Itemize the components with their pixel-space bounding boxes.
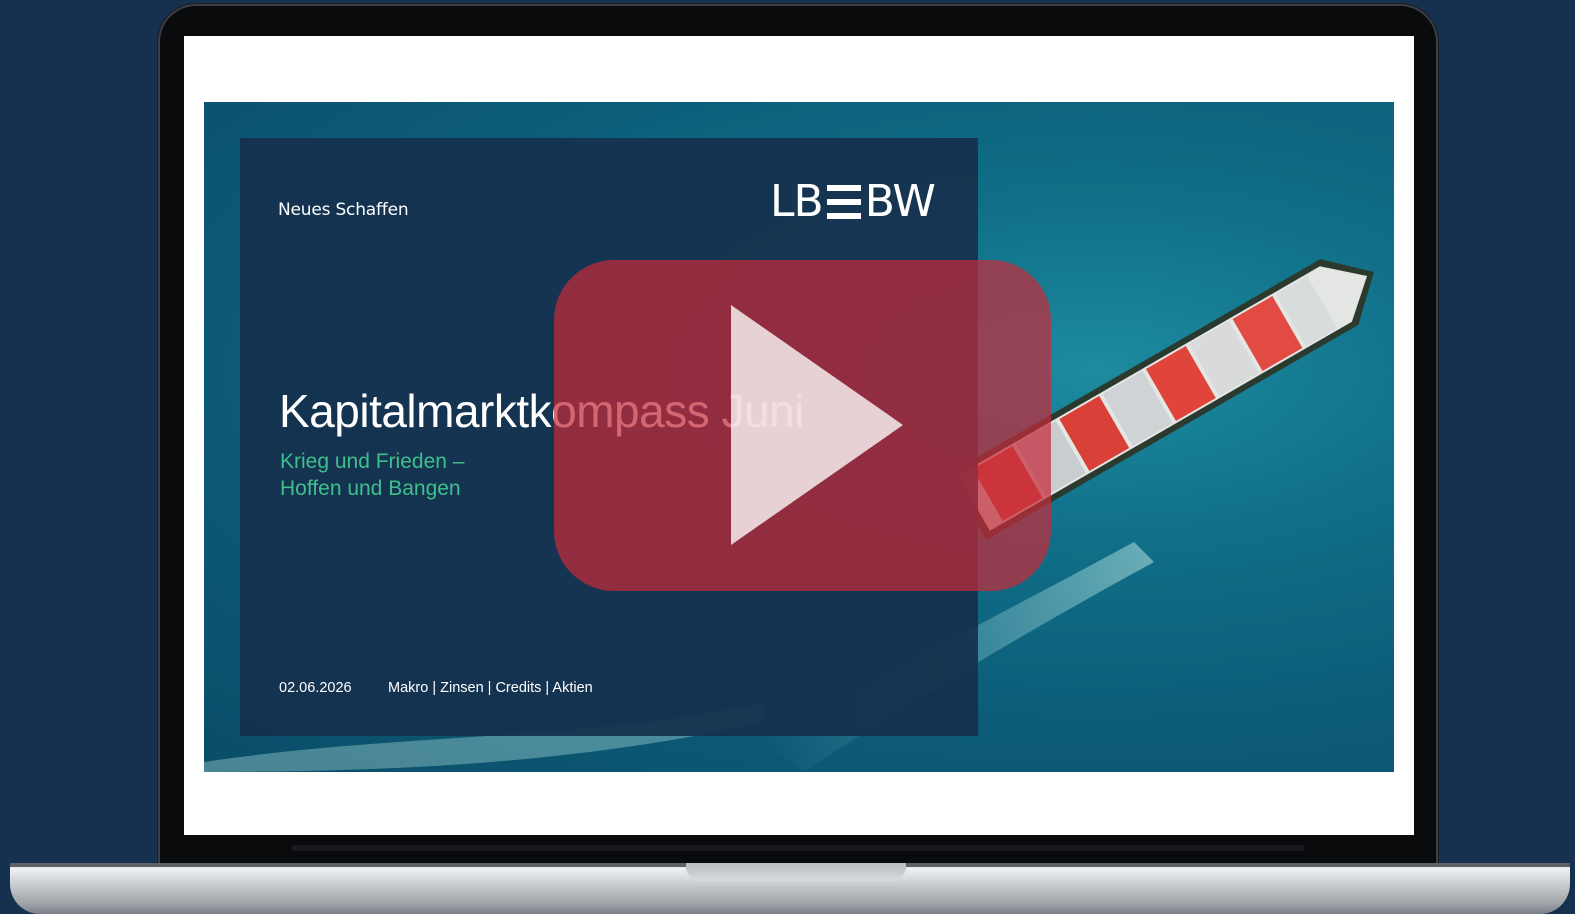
slide-topics: Makro | Zinsen | Credits | Aktien xyxy=(388,680,593,696)
laptop-hinge xyxy=(292,845,1304,851)
play-button[interactable] xyxy=(554,260,1051,591)
subtitle-line-2: Hoffen und Bangen xyxy=(280,477,461,500)
logo-left-text: LB xyxy=(770,176,824,227)
laptop-notch xyxy=(686,863,906,881)
logo-right-text: BW xyxy=(864,176,936,227)
logo-bars-icon xyxy=(826,184,861,219)
subtitle-line-1: Krieg und Frieden – xyxy=(280,450,465,473)
slide-tagline: Neues Schaffen xyxy=(278,200,409,220)
play-icon xyxy=(731,305,903,545)
slide-date: 02.06.2026 xyxy=(279,680,352,696)
video-thumbnail[interactable]: Neues Schaffen LB BW Kapitalmarktkompass… xyxy=(0,0,1575,914)
lbbw-logo: LB BW xyxy=(770,176,936,227)
slide-subtitle: Krieg und Frieden – Hoffen und Bangen xyxy=(280,448,464,502)
